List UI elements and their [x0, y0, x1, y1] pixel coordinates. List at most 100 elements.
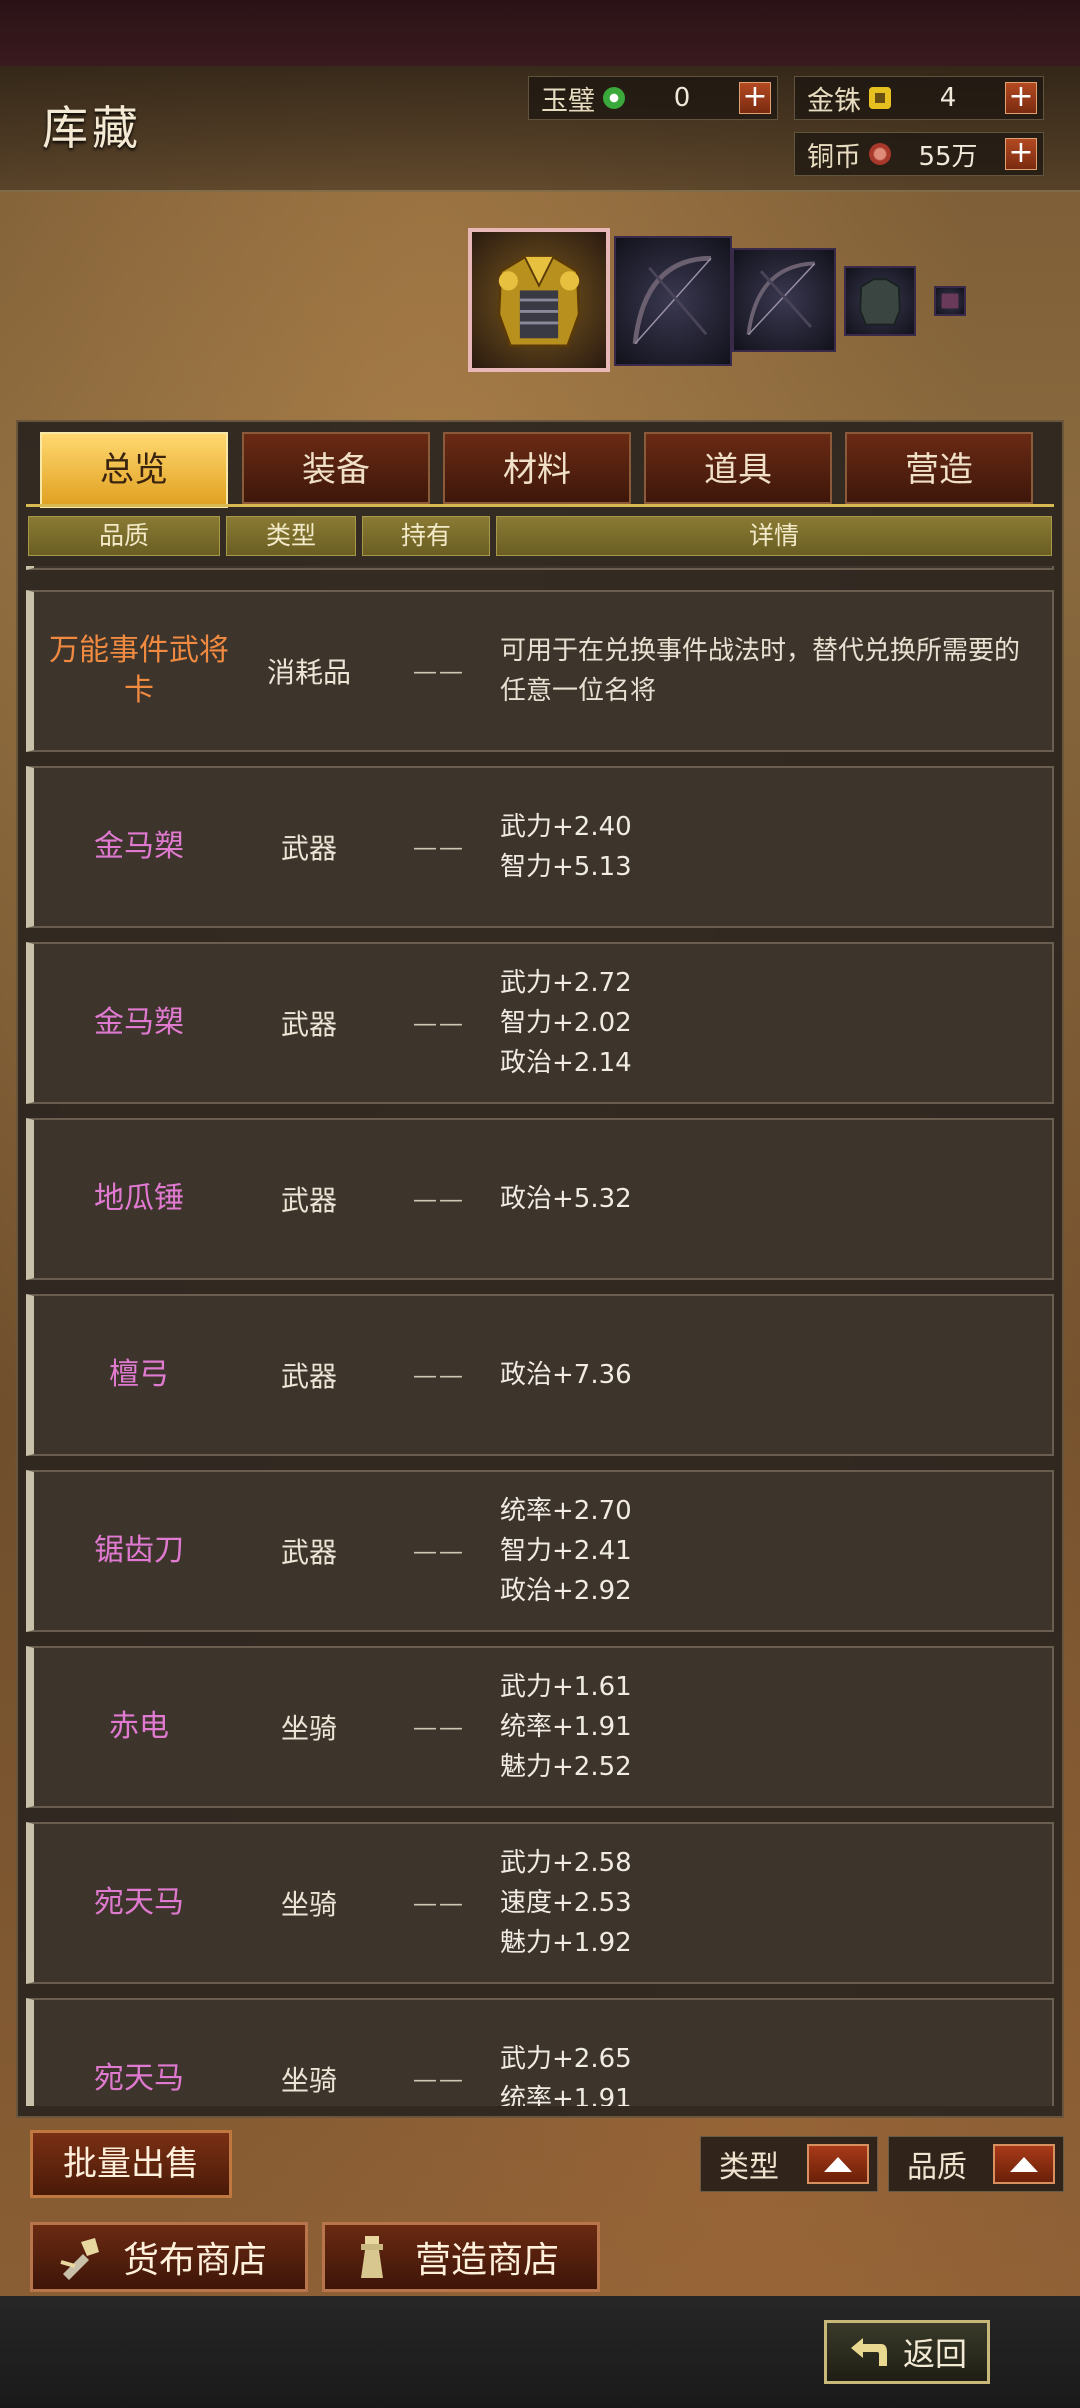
- currency-value: 4: [939, 83, 957, 113]
- item-type: 武器: [280, 1008, 337, 1041]
- column-type[interactable]: 类型: [226, 516, 356, 556]
- item-stat: 统率+1.91: [500, 2084, 632, 2106]
- item-icon: [941, 293, 959, 309]
- item-detail: 政治+5.32: [500, 1120, 1040, 1278]
- item-detail: 武力+2.58 速度+2.53 魅力+1.92: [500, 1824, 1040, 1982]
- table-row[interactable]: [26, 566, 1054, 570]
- back-label: 返回: [902, 2335, 967, 2373]
- item-name: 地瓜锤: [94, 1181, 184, 1216]
- showcase-armor-slot[interactable]: [468, 228, 610, 372]
- column-quality[interactable]: 品质: [28, 516, 220, 556]
- tab-equipment[interactable]: 装备: [242, 432, 430, 504]
- item-stat: 速度+2.53: [500, 1888, 632, 1918]
- item-type: 消耗品: [266, 656, 351, 689]
- item-detail: 可用于在兑换事件战法时，替代兑换所需要的任意一位名将: [500, 592, 1040, 750]
- item-stat: 武力+2.72: [500, 968, 632, 998]
- add-jade-button[interactable]: +: [739, 82, 771, 114]
- showcase-small-slot[interactable]: [934, 286, 966, 316]
- currency-jade: 玉璧 0 +: [528, 76, 778, 120]
- copper-coin-icon: [869, 143, 891, 165]
- item-stat: 政治+7.36: [500, 1360, 632, 1390]
- tab-overview[interactable]: 总览: [40, 432, 228, 508]
- item-stat: 魅力+1.92: [500, 1928, 632, 1958]
- table-row[interactable]: 万能事件武将卡 消耗品 —— 可用于在兑换事件战法时，替代兑换所需要的任意一位名…: [26, 590, 1054, 752]
- chevron-up-icon: [1010, 2157, 1038, 2172]
- currency-label: 铜币: [807, 141, 861, 173]
- item-name: 宛天马: [94, 1885, 184, 1920]
- currency-copper: 铜币 55万 +: [794, 132, 1044, 176]
- currency-shop-label: 货布商店: [123, 2240, 268, 2281]
- page-title: 库藏: [42, 101, 142, 155]
- sort-quality-control[interactable]: 品质: [888, 2136, 1064, 2192]
- top-strip: [0, 0, 1080, 66]
- item-type: 武器: [280, 832, 337, 865]
- item-stat: 武力+2.40: [500, 812, 632, 842]
- item-detail: 政治+7.36: [500, 1296, 1040, 1454]
- table-row[interactable]: 金马槊 武器 —— 武力+2.72 智力+2.02 政治+2.14: [26, 942, 1054, 1104]
- tab-items[interactable]: 道具: [644, 432, 832, 504]
- table-row[interactable]: 锯齿刀 武器 —— 统率+2.70 智力+2.41 政治+2.92: [26, 1470, 1054, 1632]
- item-owned: ——: [413, 833, 465, 861]
- jade-icon: [603, 87, 625, 109]
- currency-value: 55万: [918, 141, 978, 172]
- item-detail: 武力+2.65 统率+1.91: [500, 2000, 1040, 2106]
- item-owned: ——: [413, 1185, 465, 1213]
- item-stat: 智力+2.41: [500, 1536, 632, 1566]
- item-stat: 统率+2.70: [500, 1496, 632, 1526]
- item-stat: 政治+5.32: [500, 1184, 632, 1214]
- currency-value: 0: [673, 83, 691, 113]
- item-stat: 智力+2.02: [500, 1008, 632, 1038]
- tab-construction[interactable]: 营造: [845, 432, 1033, 504]
- currency-label: 金铢: [807, 85, 861, 117]
- sort-type-toggle[interactable]: [807, 2144, 869, 2184]
- table-row[interactable]: 檀弓 武器 —— 政治+7.36: [26, 1294, 1054, 1456]
- sort-type-control[interactable]: 类型: [700, 2136, 878, 2192]
- item-stat: 魅力+2.52: [500, 1752, 632, 1782]
- item-stat: 政治+2.92: [500, 1576, 632, 1606]
- table-row[interactable]: 宛天马 坐骑 —— 武力+2.58 速度+2.53 魅力+1.92: [26, 1822, 1054, 1984]
- item-stat: 政治+2.14: [500, 1048, 632, 1078]
- gold-coin-icon: [869, 87, 891, 109]
- currency-shop-button[interactable]: 货布商店: [30, 2222, 308, 2292]
- item-owned: ——: [413, 2065, 465, 2093]
- sort-quality-toggle[interactable]: [993, 2144, 1055, 2184]
- tab-materials[interactable]: 材料: [443, 432, 631, 504]
- batch-sell-button[interactable]: 批量出售: [30, 2130, 232, 2198]
- item-owned: ——: [413, 657, 465, 685]
- return-arrow-icon: [850, 2338, 887, 2366]
- item-name: 金马槊: [94, 829, 184, 864]
- item-owned: ——: [413, 1009, 465, 1037]
- table-row[interactable]: 赤电 坐骑 —— 武力+1.61 统率+1.91 魅力+2.52: [26, 1646, 1054, 1808]
- item-name: 万能事件武将卡: [49, 633, 229, 708]
- item-name: 檀弓: [109, 1357, 169, 1392]
- table-row[interactable]: 宛天马 坐骑 —— 武力+2.65 统率+1.91: [26, 1998, 1054, 2106]
- back-button[interactable]: 返回: [824, 2320, 990, 2384]
- showcase-armor-slot-2[interactable]: [844, 266, 916, 336]
- column-details[interactable]: 详情: [496, 516, 1052, 556]
- item-type: 坐骑: [280, 1712, 337, 1745]
- item-type: 坐骑: [280, 1888, 337, 1921]
- showcase-bow-slot[interactable]: [614, 236, 732, 366]
- tower-icon: [361, 2236, 383, 2278]
- item-stat: 武力+2.65: [500, 2044, 632, 2074]
- column-owned[interactable]: 持有: [362, 516, 490, 556]
- add-copper-button[interactable]: +: [1005, 138, 1037, 170]
- item-stat: 统率+1.91: [500, 1712, 632, 1742]
- table-row[interactable]: 金马槊 武器 —— 武力+2.40 智力+5.13: [26, 766, 1054, 928]
- showcase-bow-slot-2[interactable]: [732, 248, 836, 352]
- item-list[interactable]: 万能事件武将卡 消耗品 —— 可用于在兑换事件战法时，替代兑换所需要的任意一位名…: [26, 566, 1054, 2106]
- item-name: 锯齿刀: [94, 1533, 184, 1568]
- item-detail: 统率+2.70 智力+2.41 政治+2.92: [500, 1472, 1040, 1630]
- add-gold-button[interactable]: +: [1005, 82, 1037, 114]
- bow-icon: [632, 255, 712, 345]
- item-name: 金马槊: [94, 1005, 184, 1040]
- item-name: 赤电: [109, 1709, 169, 1744]
- item-owned: ——: [413, 1889, 465, 1917]
- coin-shop-icon: [60, 2238, 99, 2280]
- tab-underline: [26, 504, 1054, 507]
- table-row[interactable]: 地瓜锤 武器 —— 政治+5.32: [26, 1118, 1054, 1280]
- construction-shop-button[interactable]: 营造商店: [322, 2222, 600, 2292]
- item-owned: ——: [413, 1537, 465, 1565]
- currency-label: 玉璧: [541, 85, 595, 117]
- item-type: 武器: [280, 1184, 337, 1217]
